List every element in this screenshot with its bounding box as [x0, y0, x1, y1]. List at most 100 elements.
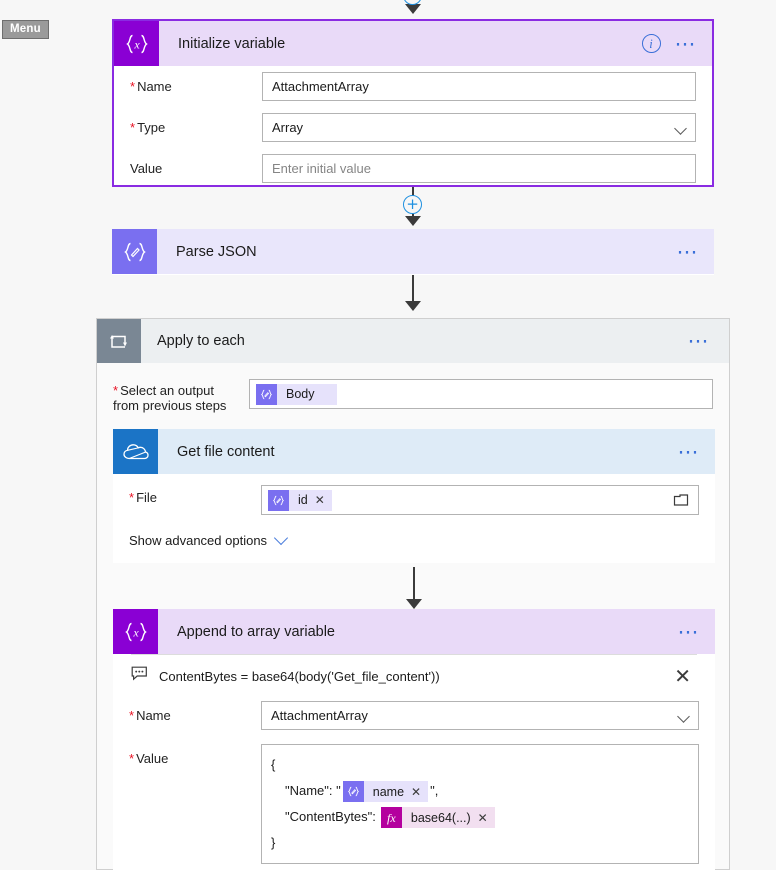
comment-text: ContentBytes = base64(body('Get_file_con…	[159, 668, 440, 684]
card-apply-to-each[interactable]: Apply to each ⋯ * Select an output from p…	[96, 318, 730, 870]
comment-row: ContentBytes = base64(body('Get_file_con…	[131, 654, 697, 695]
field-label-select-output: * Select an output from previous steps	[113, 383, 227, 413]
card-actions-initialize-variable: i ⋯	[641, 33, 713, 54]
token-remove-icon[interactable]: ✕	[314, 493, 332, 507]
append-value-editor[interactable]: { "Name": " name ✕ ", "ContentBytes": fx…	[261, 744, 699, 864]
token-label-name: name	[372, 784, 405, 799]
field-label-value: Value	[130, 161, 163, 176]
card-body-append-to-array: ContentBytes = base64(body('Get_file_con…	[113, 654, 715, 870]
variable-braces-icon: x	[113, 609, 158, 654]
card-actions-parse-json: ⋯	[677, 241, 715, 262]
token-body[interactable]: Body	[256, 383, 337, 405]
card-title-append-to-array: Append to array variable	[177, 623, 335, 640]
json-braces-pencil-icon	[112, 229, 157, 274]
field-row-name: * Name AttachmentArray	[130, 66, 696, 107]
json-key-name: "Name": "	[285, 783, 341, 798]
ellipsis-icon[interactable]: ⋯	[677, 241, 701, 262]
field-row-append-value: * Value { "Name": " name ✕ ", "ContentBy…	[129, 736, 699, 870]
show-advanced-options-button[interactable]: Show advanced options	[129, 521, 699, 554]
card-header-get-file-content[interactable]: Get file content ⋯	[113, 429, 715, 474]
type-select[interactable]: Array	[262, 113, 696, 142]
field-row-value: Value Enter initial value	[130, 148, 696, 189]
card-actions-append-to-array: ⋯	[678, 621, 716, 642]
required-asterisk: *	[129, 708, 135, 723]
file-input[interactable]: id ✕	[261, 485, 699, 515]
json-braces-pencil-icon	[268, 489, 289, 511]
token-label-base64: base64(...)	[410, 810, 471, 825]
chevron-down-icon[interactable]	[674, 121, 687, 135]
json-line-name: "Name": " name ✕ ",	[271, 778, 689, 804]
flow-designer-canvas: Menu + x Initialize variable i ⋯ *Name A…	[0, 0, 776, 870]
card-title-get-file-content: Get file content	[177, 443, 275, 460]
card-title-apply-to-each: Apply to each	[157, 333, 245, 349]
chevron-down-icon[interactable]	[677, 709, 690, 723]
card-header-parse-json[interactable]: Parse JSON ⋯	[112, 229, 714, 274]
card-initialize-variable[interactable]: x Initialize variable i ⋯ * Name Attachme…	[112, 19, 714, 187]
json-name-tail: ",	[430, 783, 439, 798]
field-row-append-name: * Name AttachmentArray	[129, 695, 699, 736]
required-asterisk: *	[113, 383, 119, 398]
token-remove-icon[interactable]: ✕	[410, 779, 428, 805]
json-braces-pencil-icon	[342, 781, 364, 803]
chevron-down-icon[interactable]	[273, 530, 289, 546]
json-key-contentbytes: "ContentBytes":	[285, 809, 376, 824]
connector-arrow-2	[405, 301, 421, 311]
token-label-id: id	[298, 493, 308, 507]
connector-arrow-top	[405, 4, 421, 14]
append-name-value: AttachmentArray	[271, 708, 368, 723]
required-asterisk: *	[130, 79, 136, 94]
card-append-to-array-variable[interactable]: x Append to array variable ⋯ ContentByte…	[113, 609, 715, 870]
json-line-contentbytes: "ContentBytes": fx base64(...) ✕	[271, 804, 689, 830]
field-row-select-output: * Select an output from previous steps Bo…	[97, 363, 729, 419]
field-label-append-name: * Name	[129, 708, 171, 723]
add-step-button-1[interactable]: +	[403, 195, 422, 214]
card-get-file-content[interactable]: Get file content ⋯ * File id ✕ Show adva…	[113, 429, 715, 563]
info-icon[interactable]: i	[641, 34, 661, 53]
svg-text:x: x	[133, 37, 140, 51]
onedrive-cloud-icon	[113, 429, 158, 474]
ellipsis-icon[interactable]: ⋯	[688, 331, 712, 352]
required-asterisk: *	[129, 751, 135, 766]
token-label-body: Body	[286, 387, 315, 401]
token-id[interactable]: id ✕	[268, 489, 332, 511]
required-asterisk: *	[129, 490, 135, 505]
ellipsis-icon[interactable]: ⋯	[678, 441, 702, 462]
card-header-append-to-array[interactable]: x Append to array variable ⋯	[113, 609, 715, 654]
connector-arrow-3	[406, 599, 422, 609]
comment-icon	[131, 666, 148, 686]
field-row-file: * File id ✕	[129, 474, 699, 521]
fx-icon: fx	[380, 807, 402, 829]
token-base64[interactable]: fx base64(...) ✕	[380, 805, 495, 831]
card-actions-get-file-content: ⋯	[678, 441, 716, 462]
name-input[interactable]: AttachmentArray	[262, 72, 696, 101]
card-parse-json[interactable]: Parse JSON ⋯	[112, 229, 714, 275]
ellipsis-icon[interactable]: ⋯	[678, 621, 702, 642]
folder-icon[interactable]	[673, 493, 689, 510]
menu-button[interactable]: Menu	[2, 20, 49, 39]
loop-icon	[97, 319, 141, 363]
select-output-input[interactable]: Body	[249, 379, 713, 409]
token-name[interactable]: name ✕	[342, 779, 429, 805]
field-label-name: * Name	[130, 79, 172, 94]
card-header-apply-to-each[interactable]: Apply to each ⋯	[97, 319, 729, 363]
connector-arrow-1	[405, 216, 421, 226]
show-advanced-options-label: Show advanced options	[129, 533, 268, 548]
card-body-get-file-content: * File id ✕ Show advanced options	[113, 474, 715, 554]
field-label-type: * Type	[130, 120, 166, 135]
field-row-type: * Type Array	[130, 107, 696, 148]
token-remove-icon[interactable]: ✕	[477, 805, 495, 831]
type-select-value: Array	[272, 120, 304, 135]
variable-braces-icon: x	[114, 21, 159, 66]
json-braces-pencil-icon	[256, 383, 277, 405]
json-line-close-brace: }	[271, 835, 276, 850]
close-icon[interactable]: ✕	[674, 666, 697, 686]
connector-line-3	[413, 567, 415, 603]
field-label-append-value: * Value	[129, 751, 169, 766]
card-title-parse-json: Parse JSON	[176, 243, 257, 260]
required-asterisk: *	[130, 120, 136, 135]
svg-text:x: x	[132, 625, 139, 639]
append-name-select[interactable]: AttachmentArray	[261, 701, 699, 730]
card-header-initialize-variable[interactable]: x Initialize variable i ⋯	[114, 21, 712, 66]
ellipsis-icon[interactable]: ⋯	[675, 33, 699, 54]
value-input[interactable]: Enter initial value	[262, 154, 696, 183]
